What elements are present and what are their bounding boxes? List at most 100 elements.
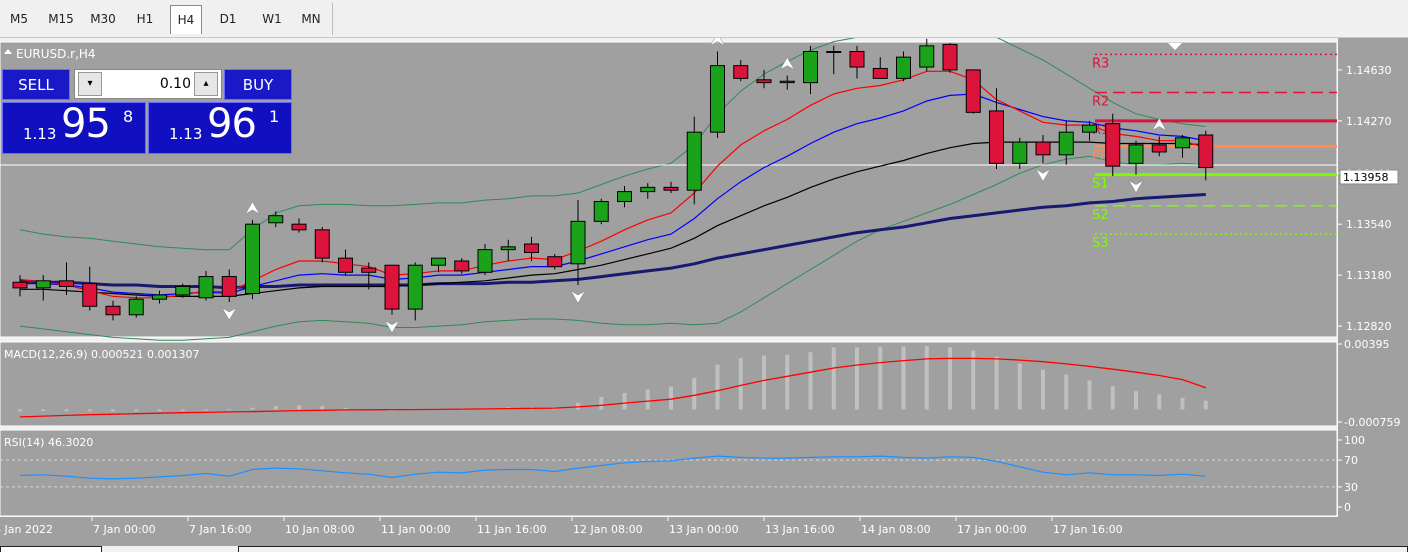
candle-body	[942, 43, 958, 71]
candle-body	[477, 249, 493, 273]
macd-bar	[297, 405, 301, 410]
buy-button[interactable]: BUY	[224, 69, 292, 100]
candle-body	[640, 186, 656, 193]
timeframe-m5[interactable]: M5	[6, 8, 32, 30]
macd-bar	[762, 355, 766, 410]
macd-bar	[204, 409, 208, 411]
macd-bar	[948, 347, 952, 410]
macd-bar	[111, 409, 115, 412]
macd-bar	[1087, 380, 1092, 410]
candle-body	[1012, 141, 1028, 164]
sell-price-pip: 8	[123, 107, 134, 126]
time-tick-label: 10 Jan 08:00	[285, 523, 355, 536]
sell-button-label: SELL	[18, 76, 54, 94]
candle-body	[710, 65, 725, 133]
candle-body	[849, 50, 865, 68]
lot-decrease-button[interactable]: ▾	[78, 72, 102, 96]
macd-bar	[1110, 386, 1115, 410]
candle-body	[1198, 134, 1214, 169]
candle	[942, 43, 958, 73]
candle-body	[221, 276, 237, 297]
macd-bar	[715, 364, 720, 410]
candle-body	[384, 264, 400, 310]
sell-price-prefix: 1.13	[23, 125, 57, 143]
sell-price-big: 95	[61, 101, 111, 147]
candle-body	[152, 294, 167, 300]
toolbar-separator	[332, 3, 333, 35]
macd-bar	[669, 386, 673, 410]
macd-bar	[878, 346, 883, 410]
time-tick-label: 11 Jan 16:00	[477, 523, 547, 536]
macd-bar	[855, 347, 859, 410]
lot-size-control: ▾ ▴	[74, 69, 222, 99]
timeframe-mn[interactable]: MN	[296, 8, 326, 30]
lot-increase-button[interactable]: ▴	[194, 72, 218, 96]
chart-tab[interactable]	[238, 546, 1408, 552]
one-click-trading-panel: SELL ▾ ▴ BUY 1.13 95 8 1.13 96 1	[2, 69, 292, 154]
price-tick-label: 1.13180	[1346, 269, 1392, 282]
candle-body	[12, 281, 28, 289]
buy-price-big: 96	[207, 101, 257, 147]
macd-bar	[64, 409, 69, 412]
candle-body	[268, 215, 284, 224]
timeframe-h4[interactable]: H4	[170, 5, 202, 34]
time-tick-label: 17 Jan 00:00	[957, 523, 1027, 536]
price-tick-label: 1.12820	[1346, 320, 1392, 333]
macd-tick-label: -0.000759	[1344, 416, 1400, 429]
macd-bar	[134, 409, 139, 412]
macd-bar	[645, 389, 650, 410]
macd-bar	[994, 356, 999, 410]
lot-size-input[interactable]	[103, 73, 195, 95]
macd-bar	[18, 409, 22, 412]
pivot-s2-label: S2	[1092, 208, 1109, 223]
candle-body	[617, 191, 632, 203]
sell-button[interactable]: SELL	[2, 69, 70, 100]
buy-button-label: BUY	[242, 76, 274, 94]
candle	[593, 198, 609, 225]
candle	[454, 258, 470, 274]
macd-bar	[1157, 394, 1162, 410]
candle	[965, 69, 981, 114]
candle-body	[1151, 144, 1167, 153]
macd-bar	[1041, 369, 1045, 410]
candle-body	[989, 110, 1004, 164]
rsi-tick-label: 70	[1344, 454, 1358, 467]
macd-bar	[576, 402, 580, 410]
macd-bar	[87, 409, 92, 412]
time-tick-label: 12 Jan 08:00	[573, 523, 643, 536]
buy-price[interactable]: 1.13 96 1	[148, 101, 292, 154]
macd-bar	[1203, 400, 1208, 410]
candle-body	[547, 256, 563, 268]
timeframe-h1[interactable]: H1	[132, 8, 158, 30]
candle	[314, 227, 330, 263]
candle-body	[314, 229, 330, 259]
timeframe-m15[interactable]: M15	[44, 8, 78, 30]
pivot-r2-label: R2	[1092, 95, 1109, 110]
rsi-tick-label: 0	[1344, 501, 1351, 514]
time-tick-label: 11 Jan 00:00	[381, 523, 451, 536]
macd-bar	[738, 358, 743, 410]
pivot-s3-label: S3	[1092, 236, 1109, 251]
candle-body	[59, 280, 74, 287]
buy-price-pip: 1	[269, 107, 280, 126]
timeframe-d1[interactable]: D1	[214, 8, 242, 30]
time-tick-label: 7 Jan 16:00	[189, 523, 252, 536]
macd-panel-bg	[0, 341, 1338, 427]
candle	[245, 219, 260, 300]
candle-body	[919, 45, 935, 68]
rsi-tick-label: 30	[1344, 481, 1358, 494]
candle-body	[570, 220, 586, 265]
timeframe-w1[interactable]: W1	[258, 8, 286, 30]
sell-price[interactable]: 1.13 95 8	[2, 101, 146, 154]
timeframe-toolbar: M5 M15 M30 H1 H4 D1 W1 MN	[0, 0, 1408, 38]
time-tick-label: 13 Jan 16:00	[765, 523, 835, 536]
chart-tab[interactable]	[0, 546, 102, 552]
chart-header: EURUSD.r,H4	[4, 47, 96, 61]
macd-bar	[622, 392, 627, 410]
macd-bar	[1017, 363, 1022, 410]
macd-bar	[250, 407, 255, 410]
candle-body	[407, 264, 423, 310]
timeframe-m30[interactable]: M30	[86, 8, 120, 30]
candle-body	[803, 50, 818, 84]
candle-body	[454, 260, 470, 272]
